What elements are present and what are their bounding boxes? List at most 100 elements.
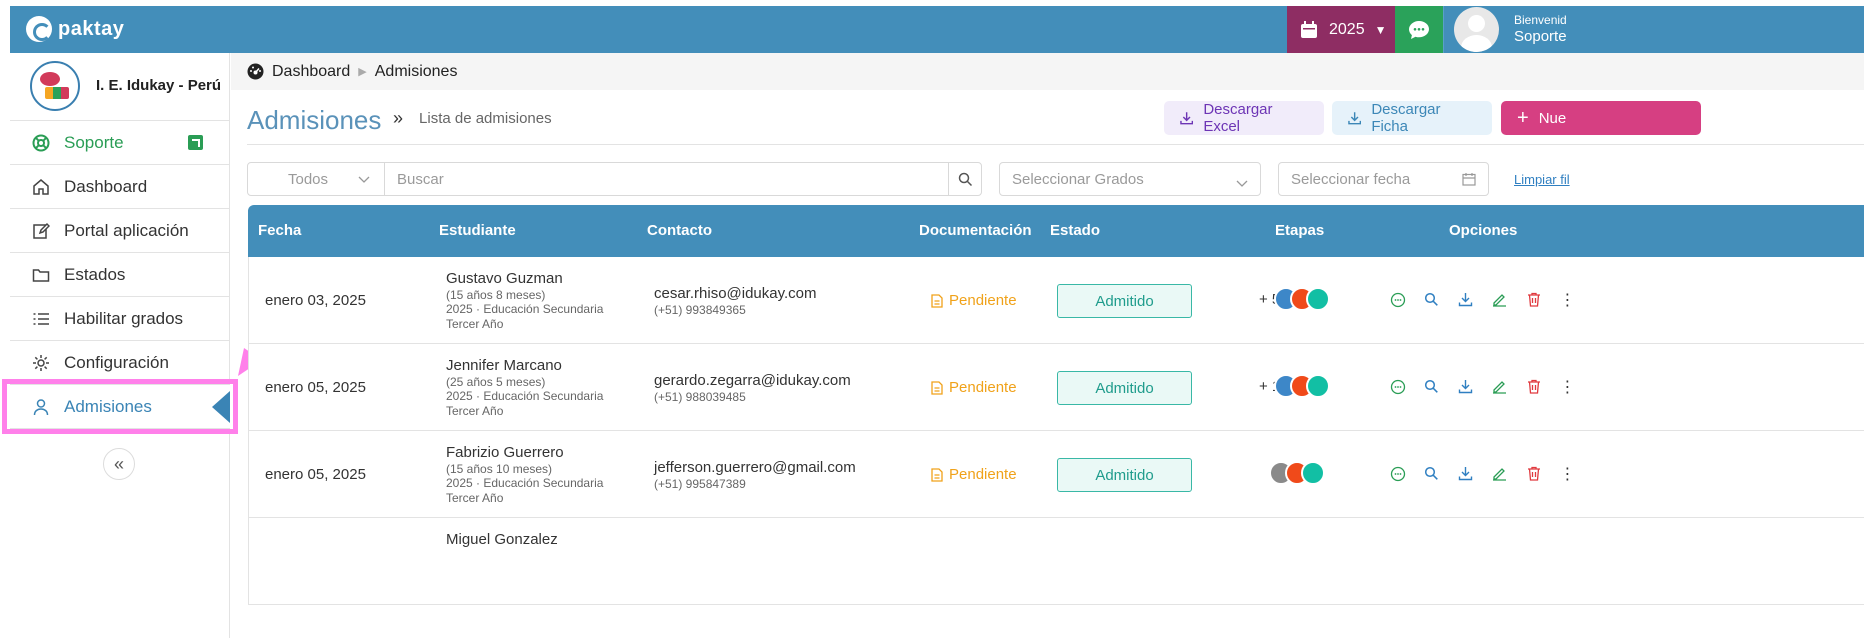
sidebar-item-label: Dashboard (64, 176, 148, 196)
table-row[interactable]: Miguel Gonzalez (248, 518, 1864, 605)
more-options-icon[interactable]: ⋮ (1559, 378, 1576, 396)
user-greeting: Bienvenid (1514, 13, 1567, 27)
stage-dot (1306, 287, 1331, 311)
search-button[interactable] (948, 163, 981, 195)
edit-icon[interactable] (1491, 291, 1508, 308)
edit-icon[interactable] (1491, 378, 1508, 395)
breadcrumb-separator-icon: ▶ (358, 66, 367, 78)
logo-text: paktay (58, 17, 125, 40)
row-date: enero 05, 2025 (265, 466, 366, 483)
contact-phone: (+51) 988039485 (654, 390, 746, 404)
status-filter-select[interactable]: Todos (247, 162, 385, 196)
col-estado[interactable]: Estado (1050, 222, 1100, 239)
edit-icon (32, 222, 50, 240)
student-level: 2025 · Educación Secundaria (446, 302, 604, 316)
breadcrumb-admisiones: Admisiones (374, 62, 458, 80)
document-icon (931, 293, 943, 308)
breadcrumb-dashboard[interactable]: Dashboard (272, 63, 350, 81)
sidebar-item-dashboard[interactable]: Dashboard (10, 165, 230, 209)
chat-button[interactable] (1395, 6, 1443, 53)
stage-dot (1301, 461, 1325, 485)
download-ficha-button[interactable]: Descargar Ficha (1332, 101, 1492, 135)
sidebar: I. E. Idukay - Perú Soporte Dashboard Po… (10, 53, 230, 638)
table-row[interactable]: enero 05, 2025 Jennifer Marcano (25 años… (248, 344, 1864, 431)
student-name[interactable]: Miguel Gonzalez (446, 531, 558, 548)
download-icon[interactable] (1457, 465, 1474, 482)
student-level: 2025 · Educación Secundaria (446, 476, 604, 490)
user-name: Soporte (1514, 28, 1567, 45)
gear-icon (32, 354, 50, 372)
stages[interactable]: + 1 (1259, 374, 1331, 398)
student-name[interactable]: Fabrizio Guerrero (446, 444, 564, 461)
doc-status[interactable]: Pendiente (931, 466, 1017, 483)
page-title: Admisiones (247, 105, 382, 135)
col-contacto[interactable]: Contacto (647, 222, 712, 239)
search-icon[interactable] (1423, 291, 1440, 308)
doc-status[interactable]: Pendiente (931, 379, 1017, 396)
student-name[interactable]: Jennifer Marcano (446, 357, 562, 374)
search-icon[interactable] (1423, 378, 1440, 395)
sidebar-item-admisiones[interactable]: Admisiones (10, 385, 230, 429)
trash-icon[interactable] (1525, 378, 1542, 395)
breadcrumb: Dashboard ▶ Admisiones (231, 53, 1864, 90)
new-admission-button[interactable]: + Nue (1501, 101, 1701, 135)
subtitle-text: Lista de admisiones (419, 110, 552, 127)
status-badge[interactable]: Admitido (1057, 284, 1192, 318)
collapse-sidebar-button[interactable]: « (103, 448, 135, 480)
avatar (1454, 7, 1499, 52)
top-bar: paktay 2025 ▼ Bienvenid Soporte (10, 6, 1864, 53)
dashboard-gauge-icon (247, 63, 264, 80)
document-icon (931, 467, 943, 482)
trash-icon[interactable] (1525, 465, 1542, 482)
search-icon[interactable] (1423, 465, 1440, 482)
grades-select[interactable]: Seleccionar Grados (999, 162, 1261, 196)
date-picker[interactable]: Seleccionar fecha (1278, 162, 1489, 196)
external-link-icon[interactable] (188, 135, 203, 150)
sidebar-item-soporte[interactable]: Soporte (10, 121, 230, 165)
more-options-icon[interactable]: ⋮ (1559, 291, 1576, 309)
search-icon (958, 172, 972, 186)
download-excel-button[interactable]: Descargar Excel (1164, 101, 1324, 135)
stages[interactable] (1269, 461, 1325, 485)
chevron-down-icon (1236, 175, 1248, 192)
sidebar-item-estados[interactable]: Estados (10, 253, 230, 297)
status-badge[interactable]: Admitido (1057, 371, 1192, 405)
sidebar-item-configuracion[interactable]: Configuración (10, 341, 230, 385)
user-menu[interactable]: Bienvenid Soporte (1443, 6, 1864, 53)
calendar-icon (1462, 172, 1476, 190)
download-icon[interactable] (1457, 378, 1474, 395)
sidebar-item-label: Portal aplicación (64, 220, 189, 240)
status-badge[interactable]: Admitido (1057, 458, 1192, 492)
comment-icon[interactable] (1389, 465, 1406, 482)
student-grade: Tercer Año (446, 491, 504, 505)
col-etapas[interactable]: Etapas (1275, 222, 1324, 239)
sidebar-item-label: Soporte (64, 132, 124, 152)
comment-icon[interactable] (1389, 291, 1406, 308)
more-options-icon[interactable]: ⋮ (1559, 465, 1576, 483)
row-date: enero 05, 2025 (265, 379, 366, 396)
school-logo (30, 61, 80, 111)
clear-filters-link[interactable]: Limpiar fil (1514, 172, 1570, 187)
app-logo[interactable]: paktay (26, 16, 124, 42)
col-documentacion[interactable]: Documentación (919, 222, 1032, 239)
sidebar-item-habilitar-grados[interactable]: Habilitar grados (10, 297, 230, 341)
col-fecha[interactable]: Fecha (258, 222, 301, 239)
sidebar-item-portal[interactable]: Portal aplicación (10, 209, 230, 253)
search-input[interactable]: Buscar (384, 162, 982, 196)
student-name[interactable]: Gustavo Guzman (446, 270, 563, 287)
table-row[interactable]: enero 03, 2025 Gustavo Guzman (15 años 8… (248, 257, 1864, 344)
doc-status[interactable]: Pendiente (931, 292, 1017, 309)
comment-icon[interactable] (1389, 378, 1406, 395)
download-icon[interactable] (1457, 291, 1474, 308)
stage-dot (1306, 374, 1331, 398)
table-row[interactable]: enero 05, 2025 Fabrizio Guerrero (15 año… (248, 431, 1864, 518)
lifebuoy-icon (32, 134, 50, 152)
user-icon (32, 398, 50, 416)
year-selector[interactable]: 2025 ▼ (1287, 6, 1395, 53)
chevron-down-icon (358, 171, 370, 188)
stages[interactable]: + 5 (1259, 287, 1331, 311)
trash-icon[interactable] (1525, 291, 1542, 308)
new-admission-label: Nue (1538, 109, 1567, 127)
edit-icon[interactable] (1491, 465, 1508, 482)
col-estudiante[interactable]: Estudiante (439, 222, 516, 239)
